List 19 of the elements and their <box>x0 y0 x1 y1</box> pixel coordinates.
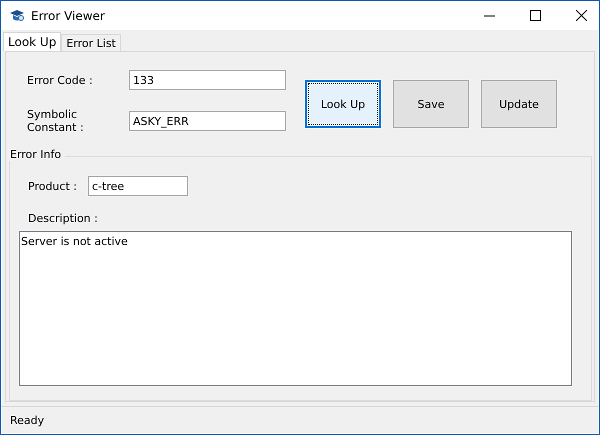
action-button[interactable]: Update <box>481 80 557 128</box>
field-label: Description : <box>28 212 99 225</box>
maximize-icon[interactable] <box>530 10 541 21</box>
field-label: Error Code : <box>27 74 94 86</box>
status-text: Ready <box>10 414 44 427</box>
input-field[interactable]: c-tree <box>88 176 188 196</box>
field-label: Product : <box>28 180 78 192</box>
window-title: Error Viewer <box>31 8 105 22</box>
close-icon[interactable] <box>576 10 587 21</box>
field-label: Symbolic Constant : <box>27 108 85 134</box>
tab[interactable]: Error List <box>61 34 121 51</box>
action-button[interactable]: Save <box>393 80 469 128</box>
action-button[interactable]: Look Up <box>305 80 381 128</box>
input-field[interactable]: 133 <box>129 70 286 90</box>
input-field[interactable]: ASKY_ERR <box>129 111 286 131</box>
app-icon <box>9 8 25 22</box>
tab[interactable]: Look Up <box>3 32 62 51</box>
description-field[interactable]: Server is not active <box>19 231 572 386</box>
group-title: Error Info <box>6 148 66 161</box>
